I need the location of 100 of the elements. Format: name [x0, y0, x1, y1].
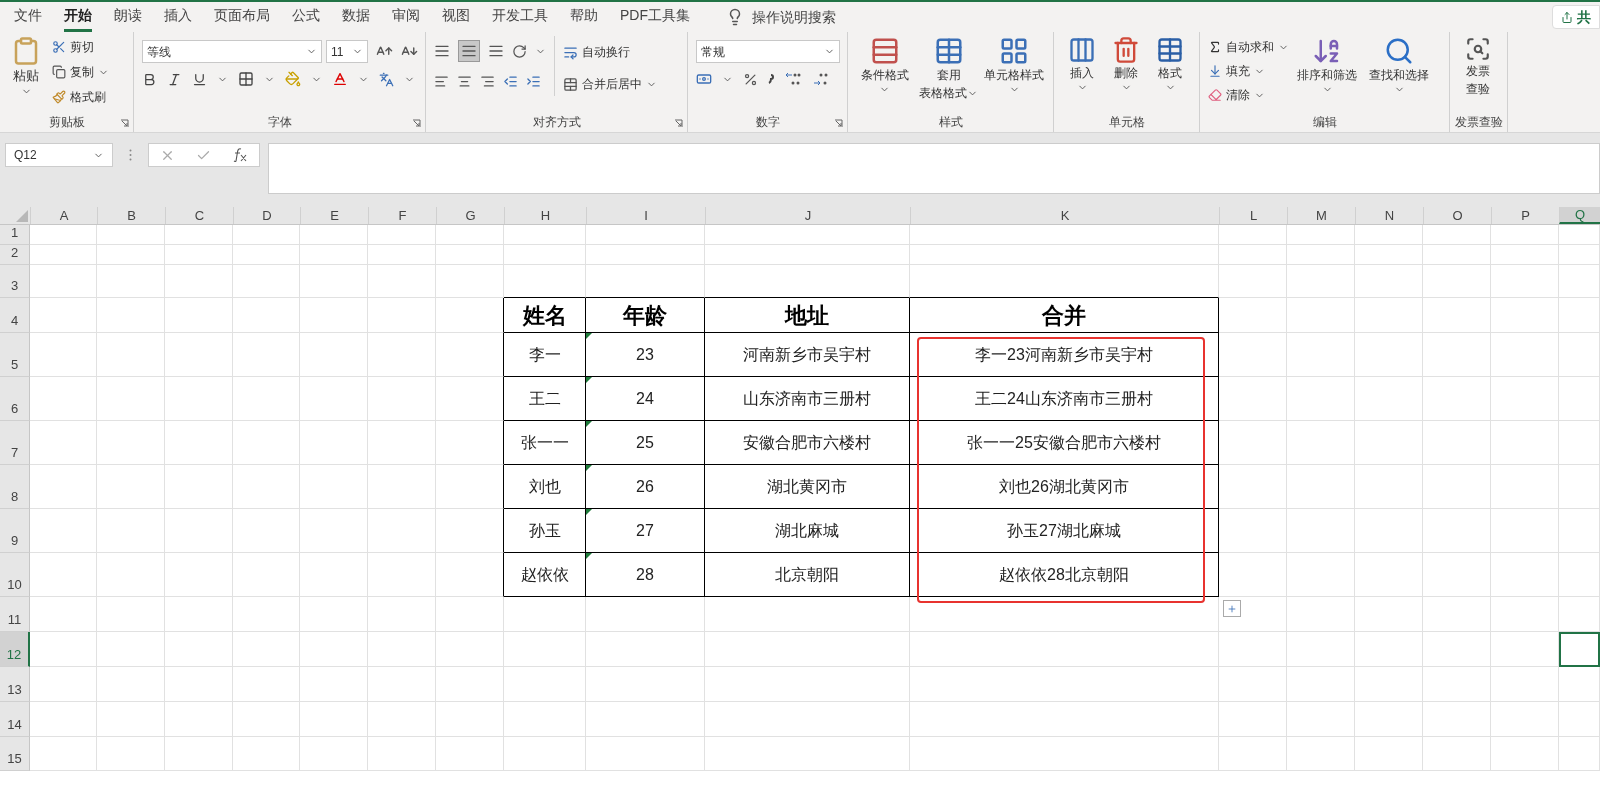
column-header[interactable]: G [436, 207, 504, 224]
empty-cell[interactable] [436, 298, 504, 333]
phonetic-icon[interactable] [379, 71, 394, 87]
row-header[interactable]: 14 [0, 702, 30, 737]
quick-analysis-button[interactable] [1223, 600, 1241, 617]
table-cell[interactable]: 张一一 [504, 421, 586, 465]
selected-cell[interactable] [1559, 632, 1600, 667]
row-header[interactable]: 5 [0, 333, 30, 377]
ribbon-tab[interactable]: 数据 [342, 2, 370, 32]
column-header[interactable]: E [300, 207, 368, 224]
header-cell[interactable]: 合并 [910, 298, 1219, 333]
table-cell[interactable]: 刘也 [504, 465, 586, 509]
column-header[interactable]: I [586, 207, 705, 224]
empty-cell[interactable] [436, 465, 504, 509]
header-cell[interactable]: 姓名 [504, 298, 586, 333]
currency-icon[interactable] [696, 71, 712, 87]
table-cell[interactable]: 北京朝阳 [705, 553, 910, 597]
header-cell[interactable]: 年龄 [586, 298, 705, 333]
ribbon-tab[interactable]: 帮助 [570, 2, 598, 32]
table-cell[interactable]: 山东济南市三册村 [705, 377, 910, 421]
row-header[interactable]: 13 [0, 667, 30, 702]
underline-icon[interactable] [192, 71, 207, 87]
italic-icon[interactable] [167, 71, 182, 87]
row-header[interactable]: 2 [0, 245, 30, 265]
conditional-format-button[interactable]: 条件格式 [856, 36, 914, 95]
table-cell[interactable]: 28 [586, 553, 705, 597]
table-cell[interactable]: 湖北麻城 [705, 509, 910, 553]
empty-cell[interactable] [436, 421, 504, 465]
bold-icon[interactable] [142, 71, 157, 87]
tell-me-field[interactable]: 操作说明搜索 [752, 6, 882, 28]
table-cell[interactable]: 王二24山东济南市三册村 [910, 377, 1219, 421]
format-cells-button[interactable]: 格式 [1150, 36, 1190, 93]
column-header[interactable]: Q [1559, 207, 1600, 224]
dialog-launcher-icon[interactable] [412, 119, 421, 128]
column-header[interactable]: J [705, 207, 910, 224]
row-header[interactable]: 6 [0, 377, 30, 421]
table-cell[interactable]: 孙玉27湖北麻城 [910, 509, 1219, 553]
table-cell[interactable]: 赵依依28北京朝阳 [910, 553, 1219, 597]
decrease-indent-icon[interactable] [503, 74, 518, 89]
copy-button[interactable]: 复制 [52, 61, 109, 83]
row-header[interactable]: 11 [0, 597, 30, 632]
comma-icon[interactable] [768, 74, 774, 84]
column-header[interactable]: B [97, 207, 165, 224]
align-right-icon[interactable] [480, 74, 495, 89]
format-painter-button[interactable]: 格式刷 [52, 86, 109, 108]
empty-cell[interactable] [436, 553, 504, 597]
column-header[interactable]: F [368, 207, 436, 224]
row-header[interactable]: 1 [0, 225, 30, 245]
column-header[interactable]: L [1219, 207, 1287, 224]
table-cell[interactable]: 23 [586, 333, 705, 377]
row-header[interactable]: 7 [0, 421, 30, 465]
ribbon-tab[interactable]: 文件 [14, 2, 42, 32]
clear-button[interactable]: 清除 [1208, 84, 1289, 106]
column-header[interactable]: A [30, 207, 97, 224]
column-header[interactable]: D [233, 207, 300, 224]
sort-filter-button[interactable]: 排序和筛选 [1293, 36, 1361, 95]
table-cell[interactable]: 王二 [504, 377, 586, 421]
table-cell[interactable]: 李一 [504, 333, 586, 377]
ribbon-tab[interactable]: 插入 [164, 2, 192, 32]
fill-color-icon[interactable] [285, 71, 301, 87]
bottom-align-icon[interactable] [488, 43, 504, 59]
ribbon-tab[interactable]: PDF工具集 [620, 2, 690, 32]
table-cell[interactable]: 湖北黄冈市 [705, 465, 910, 509]
formula-input[interactable] [268, 143, 1600, 194]
empty-cell[interactable] [436, 333, 504, 377]
row-header[interactable]: 10 [0, 553, 30, 597]
invoice-check-button[interactable]: 发票 查验 [1458, 36, 1498, 98]
header-cell[interactable]: 地址 [705, 298, 910, 333]
number-format-dropdown[interactable]: 常规 [696, 40, 840, 63]
align-center-icon[interactable] [457, 74, 472, 89]
fill-button[interactable]: 填充 [1208, 60, 1289, 82]
table-cell[interactable]: 刘也26湖北黄冈市 [910, 465, 1219, 509]
select-all-icon[interactable] [16, 210, 28, 222]
increase-decimal-icon[interactable] [784, 71, 802, 87]
table-cell[interactable]: 张一一25安徽合肥市六楼村 [910, 421, 1219, 465]
column-header[interactable]: N [1355, 207, 1423, 224]
row-header[interactable]: 4 [0, 298, 30, 333]
wrap-text-button[interactable]: 自动换行 [563, 40, 657, 64]
decrease-decimal-icon[interactable] [812, 71, 830, 87]
row-header[interactable]: 3 [0, 265, 30, 298]
table-cell[interactable]: 李一23河南新乡市吴宇村 [910, 333, 1219, 377]
dialog-launcher-icon[interactable] [834, 119, 843, 128]
merge-center-button[interactable]: 合并后居中 [563, 72, 657, 96]
column-header[interactable]: O [1423, 207, 1491, 224]
ribbon-tab[interactable]: 公式 [292, 2, 320, 32]
name-box[interactable]: Q12 [5, 143, 113, 167]
row-header[interactable]: 15 [0, 737, 30, 771]
borders-icon[interactable] [238, 71, 254, 87]
autosum-button[interactable]: 自动求和 [1208, 36, 1289, 58]
table-cell[interactable]: 27 [586, 509, 705, 553]
ribbon-tab[interactable]: 审阅 [392, 2, 420, 32]
dialog-launcher-icon[interactable] [674, 119, 683, 128]
table-cell[interactable]: 24 [586, 377, 705, 421]
function-icon[interactable] [232, 148, 249, 162]
ribbon-tab[interactable]: 开发工具 [492, 2, 548, 32]
middle-align-button[interactable] [458, 40, 480, 62]
cell-styles-button[interactable]: 单元格样式 [983, 36, 1045, 95]
table-cell[interactable]: 河南新乡市吴宇村 [705, 333, 910, 377]
column-header[interactable]: K [910, 207, 1219, 224]
dialog-launcher-icon[interactable] [120, 119, 129, 128]
